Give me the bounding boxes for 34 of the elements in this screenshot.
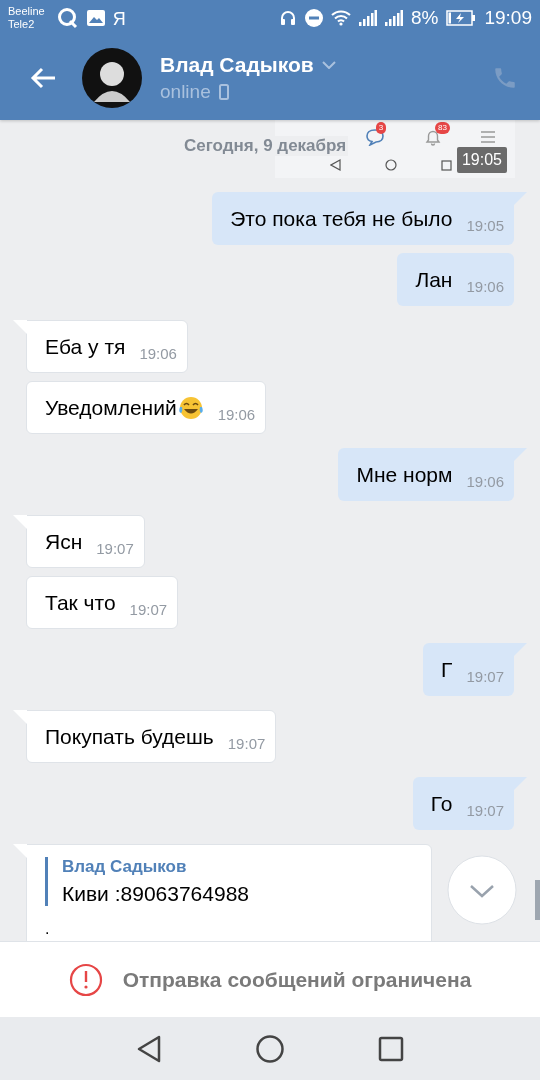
message-text: Так что [45,590,116,615]
message-text: Ясн [45,529,83,554]
message-time: 19:07 [129,601,168,618]
message-text: Еба у тя [45,334,126,359]
carrier-name: Tele2 [8,17,36,31]
app-letter: Я [112,8,125,27]
restriction-notice: Отправка сообщений ограничена [122,967,472,992]
message-time: 19:07 [466,668,504,685]
battery-percent: 8% [411,6,439,29]
date-separator: Сегодня, 9 декабря [182,136,349,156]
message-text: Покупать будешь [45,724,214,749]
quote-author: Влад Садыков [62,857,188,877]
quote-text: Киви :89063764988 [62,882,250,906]
status-time: 19:09 [484,6,532,29]
message-time: 19:06 [466,278,504,295]
message-text: Мне норм [356,462,453,487]
notification-badge: 83 [435,122,450,134]
message-time: 19:05 [466,217,504,234]
message-text: Лан [415,267,453,292]
message-text: Уведомлений [45,395,177,420]
message-time: 19:07 [466,802,504,819]
message-time: 19:06 [466,473,504,490]
photo-time: 19:05 [456,147,507,173]
message-text: Г [441,657,453,682]
message-text: . [45,920,50,938]
message-time: 19:06 [217,406,256,423]
message-text: Это пока тебя не было [230,206,453,231]
presence-status: online [160,80,211,103]
carrier-name: Beeline [8,4,45,18]
message-time: 19:07 [227,735,266,752]
message-time: 19:06 [139,345,177,362]
notification-badge: 3 [375,122,387,134]
message-text: Го [430,791,453,816]
message-time: 19:07 [96,540,134,557]
